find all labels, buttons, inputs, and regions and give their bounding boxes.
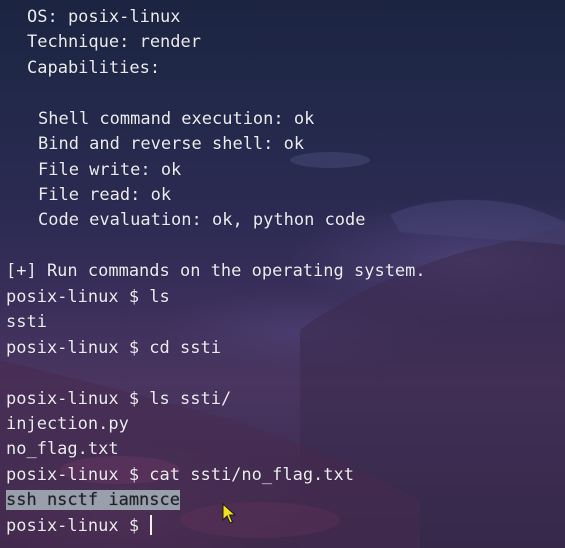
command-text: cat ssti/no_flag.txt [149,465,354,485]
command-text: ls ssti/ [149,389,232,409]
output-line: ssti [6,312,47,332]
capability-line: Shell command execution: ok [38,109,315,129]
command-text: cd ssti [149,338,221,358]
output-line[interactable]: ssh nsctf iamnsce [6,488,180,513]
output-line: injection.py [6,414,129,434]
technique-info-line: Technique: render [27,32,201,52]
input-line[interactable]: posix-linux $ [6,514,153,539]
os-info-line: OS: posix-linux [27,7,181,27]
text-cursor [150,515,153,535]
capability-line: Bind and reverse shell: ok [38,134,305,154]
output-line: no_flag.txt [6,439,119,459]
prompt: posix-linux $ [6,465,150,485]
mouse-pointer-icon [222,502,237,529]
command-line: posix-linux $ cat ssti/no_flag.txt [6,463,354,488]
capability-line: Code evaluation: ok, python code [38,210,366,230]
terminal-window[interactable]: OS: posix-linux Technique: render Capabi… [0,0,565,548]
prompt: posix-linux $ [6,338,150,358]
capabilities-heading: Capabilities: [27,58,161,78]
command-text: ls [149,287,170,307]
prompt: posix-linux $ [6,287,150,307]
selected-text[interactable]: ssh nsctf iamnsce [6,490,180,510]
prompt: posix-linux $ [6,389,150,409]
prompt: posix-linux $ [6,516,150,536]
command-line: posix-linux $ ls [6,285,170,310]
capability-line: File read: ok [38,185,172,205]
command-line: posix-linux $ cd ssti [6,336,221,361]
run-notice-line: [+] Run commands on the operating system… [6,261,426,281]
command-line: posix-linux $ ls ssti/ [6,387,231,412]
capability-line: File write: ok [38,160,182,180]
